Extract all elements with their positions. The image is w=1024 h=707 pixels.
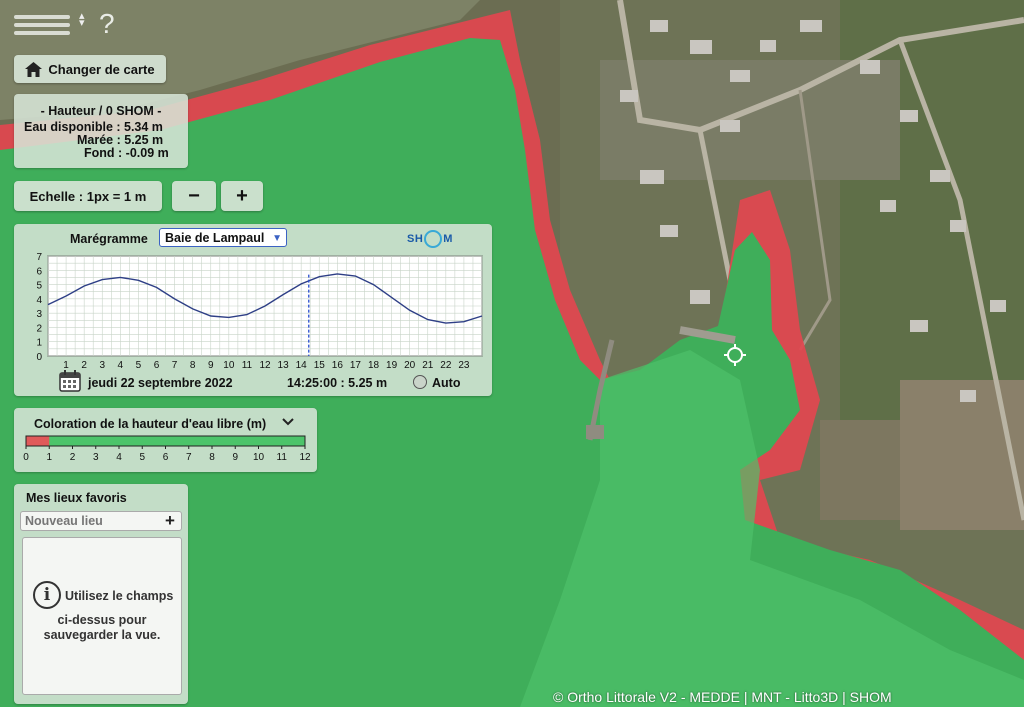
y-tick-label: 0 xyxy=(36,352,42,363)
maree-value: Marée : 5.25 m xyxy=(77,133,164,147)
coloration-title: Coloration de la hauteur d'eau libre (m) xyxy=(34,417,267,431)
eau-disponible-value: Eau disponible : 5.34 m xyxy=(24,120,163,134)
maregramme-title: Marégramme xyxy=(70,232,148,246)
x-tick-label: 2 xyxy=(81,360,87,371)
info-icon: i xyxy=(33,581,61,609)
x-tick-label: 17 xyxy=(350,360,362,371)
maregramme-panel: Marégramme Baie de Lampaul ▼ SH M 0123456… xyxy=(14,224,492,396)
color-scale: 0 1 2 3 4 5 6 7 8 9 10 11 12 xyxy=(23,435,311,463)
x-tick-label: 6 xyxy=(154,360,160,371)
scale-tick-label: 4 xyxy=(116,452,122,463)
x-tick-label: 14 xyxy=(296,360,308,371)
y-tick-label: 2 xyxy=(36,323,42,334)
x-tick-label: 19 xyxy=(386,360,398,371)
x-tick-label: 12 xyxy=(259,360,271,371)
x-tick-label: 10 xyxy=(223,360,235,371)
x-tick-label: 18 xyxy=(368,360,380,371)
crosshair-icon[interactable] xyxy=(724,344,746,366)
auto-label: Auto xyxy=(432,376,461,390)
x-tick-label: 20 xyxy=(404,360,416,371)
favoris-message-line2: ci-dessus pour xyxy=(57,613,147,627)
hauteur-title: - Hauteur / 0 SHOM - xyxy=(40,104,162,118)
changer-de-carte-button[interactable]: Changer de carte xyxy=(14,55,166,83)
x-tick-label: 15 xyxy=(314,360,326,371)
home-icon xyxy=(25,61,43,77)
add-favori-button[interactable]: + xyxy=(165,512,175,530)
x-tick-label: 9 xyxy=(208,360,214,371)
favoris-message-line1: Utilisez le champs xyxy=(65,589,174,603)
x-tick-label: 21 xyxy=(422,360,434,371)
coloration-panel: Coloration de la hauteur d'eau libre (m)… xyxy=(14,408,317,472)
scale-low-segment xyxy=(26,436,50,446)
scale-tick-label: 9 xyxy=(232,452,238,463)
x-tick-label: 16 xyxy=(332,360,344,371)
favoris-title: Mes lieux favoris xyxy=(26,491,127,505)
auto-radio[interactable] xyxy=(413,375,427,389)
fond-value: Fond : -0.09 m xyxy=(84,146,169,160)
x-tick-label: 5 xyxy=(136,360,142,371)
help-icon[interactable]: ? xyxy=(99,8,115,40)
maregramme-date: jeudi 22 septembre 2022 xyxy=(88,376,233,390)
zoom-out-button[interactable]: − xyxy=(172,181,216,211)
scale-tick-label: 6 xyxy=(163,452,169,463)
map-attribution: © Ortho Littorale V2 - MEDDE | MNT - Lit… xyxy=(553,689,892,705)
scale-tick-label: 8 xyxy=(209,452,215,463)
x-tick-label: 13 xyxy=(278,360,290,371)
scale-tick-label: 1 xyxy=(46,452,52,463)
favoris-message: ci-dessus pour sauvegarder la vue. xyxy=(23,613,181,643)
sort-icon[interactable]: ▴ ▾ xyxy=(79,11,85,29)
hauteur-panel: - Hauteur / 0 SHOM - Eau disponible : 5.… xyxy=(14,94,188,168)
scale-tick-label: 3 xyxy=(93,452,99,463)
echelle-label: Echelle : 1px = 1 m xyxy=(14,181,162,211)
changer-de-carte-label: Changer de carte xyxy=(48,61,155,77)
calendar-icon[interactable] xyxy=(59,370,81,392)
scale-tick-label: 11 xyxy=(277,452,288,463)
scale-tick-label: 2 xyxy=(70,452,76,463)
y-tick-label: 6 xyxy=(36,266,42,277)
y-tick-label: 7 xyxy=(36,252,42,263)
scale-tick-label: 5 xyxy=(139,452,145,463)
scale-tick-label: 10 xyxy=(253,452,265,463)
x-tick-label: 4 xyxy=(118,360,124,371)
scale-tick-label: 0 xyxy=(23,452,29,463)
scale-tick-label: 7 xyxy=(186,452,192,463)
port-select[interactable]: Baie de Lampaul ▼ xyxy=(159,228,287,247)
favoris-message-line3: sauvegarder la vue. xyxy=(43,628,161,642)
y-tick-label: 4 xyxy=(36,295,42,306)
x-tick-label: 3 xyxy=(99,360,105,371)
scale-tick-label: 12 xyxy=(299,452,311,463)
maregramme-time-height: 14:25:00 : 5.25 m xyxy=(287,376,388,390)
favoris-panel: Mes lieux favoris + i Utilisez le champs… xyxy=(14,484,188,704)
favoris-list: i Utilisez le champs ci-dessus pour sauv… xyxy=(22,537,182,695)
zoom-in-button[interactable]: + xyxy=(221,181,263,211)
hamburger-icon[interactable] xyxy=(14,12,70,42)
nouveau-lieu-input[interactable] xyxy=(20,511,182,531)
port-select-value: Baie de Lampaul xyxy=(165,231,265,245)
y-tick-label: 3 xyxy=(36,309,42,320)
x-tick-label: 22 xyxy=(440,360,452,371)
x-tick-label: 8 xyxy=(190,360,196,371)
tide-chart[interactable]: 012345671 2 3 4 5 6 7 8 9 10 11 12 13 14 15 16 17 18 19 20 2… xyxy=(14,246,492,374)
y-tick-label: 5 xyxy=(36,281,42,292)
chevron-down-icon[interactable] xyxy=(280,415,296,429)
y-tick-label: 1 xyxy=(36,338,42,349)
x-tick-label: 11 xyxy=(242,360,253,371)
x-tick-label: 23 xyxy=(458,360,470,371)
x-tick-label: 7 xyxy=(172,360,178,371)
scale-high-segment xyxy=(26,436,305,446)
